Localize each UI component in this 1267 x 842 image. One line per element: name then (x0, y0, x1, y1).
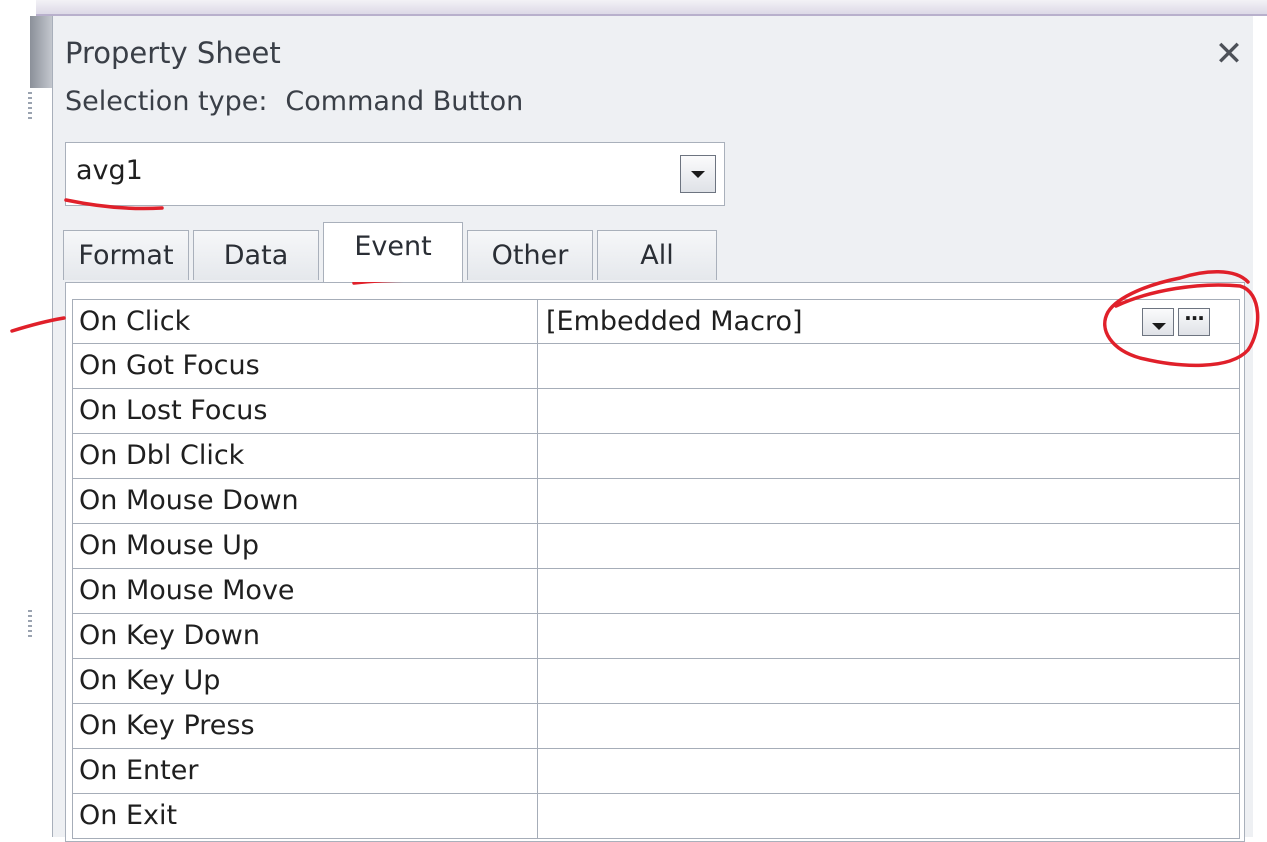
property-row-on-lost-focus[interactable]: On Lost Focus (72, 389, 1240, 434)
pane-title: Property Sheet (65, 36, 281, 70)
property-row-on-mouse-move[interactable]: On Mouse Move (72, 569, 1240, 614)
close-icon[interactable]: ✕ (1211, 34, 1247, 74)
object-selector-dropdown-button[interactable] (680, 155, 716, 193)
tab-all[interactable]: All (597, 230, 717, 280)
right-margin (1252, 16, 1267, 837)
property-name: On Click (72, 300, 538, 344)
property-name: On Mouse Move (72, 569, 538, 613)
property-row-on-key-down[interactable]: On Key Down (72, 614, 1240, 659)
object-selector-combo[interactable]: avg1 (65, 142, 725, 206)
property-name: On Got Focus (72, 344, 538, 388)
property-row-on-exit[interactable]: On Exit (72, 794, 1240, 839)
property-row-on-got-focus[interactable]: On Got Focus (72, 344, 1240, 389)
object-selector-value[interactable]: avg1 (76, 155, 143, 186)
property-value[interactable] (538, 479, 1240, 523)
property-row-on-mouse-up[interactable]: On Mouse Up (72, 524, 1240, 569)
property-value[interactable]: [Embedded Macro] ··· (538, 300, 1240, 344)
left-gutter (0, 0, 36, 837)
property-name: On Enter (72, 749, 538, 793)
property-value[interactable] (538, 344, 1240, 388)
tab-format[interactable]: Format (63, 230, 189, 280)
splitter-grip[interactable] (28, 92, 32, 122)
tab-event[interactable]: Event (323, 222, 463, 282)
property-value[interactable] (538, 704, 1240, 748)
property-value[interactable] (538, 569, 1240, 613)
property-row-on-key-up[interactable]: On Key Up (72, 659, 1240, 704)
property-row-on-dbl-click[interactable]: On Dbl Click (72, 434, 1240, 479)
builder-button[interactable]: ··· (1178, 308, 1210, 336)
selection-type: Selection type: Command Button (65, 86, 523, 117)
property-value-text[interactable]: [Embedded Macro] (546, 306, 803, 337)
property-value[interactable] (538, 434, 1240, 478)
pane-resize-handle[interactable] (30, 16, 52, 88)
property-name: On Lost Focus (72, 389, 538, 433)
property-tabs: Format Data Event Other All (63, 222, 723, 282)
property-value[interactable] (538, 794, 1240, 838)
property-name: On Key Down (72, 614, 538, 658)
selection-type-label: Selection type: (65, 86, 268, 117)
tab-other[interactable]: Other (467, 230, 593, 280)
property-value[interactable] (538, 389, 1240, 433)
property-name: On Key Up (72, 659, 538, 703)
property-name: On Mouse Down (72, 479, 538, 523)
property-value[interactable] (538, 749, 1240, 793)
splitter-grip[interactable] (28, 610, 32, 640)
property-value[interactable] (538, 659, 1240, 703)
property-row-on-enter[interactable]: On Enter (72, 749, 1240, 794)
property-name: On Key Press (72, 704, 538, 748)
ellipsis-icon: ··· (1184, 306, 1205, 330)
property-row-on-key-press[interactable]: On Key Press (72, 704, 1240, 749)
chevron-down-icon (1152, 323, 1166, 330)
property-name: On Dbl Click (72, 434, 538, 478)
property-sheet-pane: Property Sheet ✕ Selection type: Command … (52, 16, 1253, 842)
property-value[interactable] (538, 614, 1240, 658)
property-grid: On Click [Embedded Macro] ··· On Got Foc… (65, 282, 1245, 842)
property-row-on-mouse-down[interactable]: On Mouse Down (72, 479, 1240, 524)
tab-data[interactable]: Data (193, 230, 319, 280)
selection-type-value: Command Button (285, 86, 524, 117)
property-dropdown-button[interactable] (1142, 308, 1174, 336)
property-value[interactable] (538, 524, 1240, 568)
property-row-on-click[interactable]: On Click [Embedded Macro] ··· (72, 299, 1240, 344)
chevron-down-icon (691, 171, 705, 178)
property-name: On Exit (72, 794, 538, 838)
property-name: On Mouse Up (72, 524, 538, 568)
